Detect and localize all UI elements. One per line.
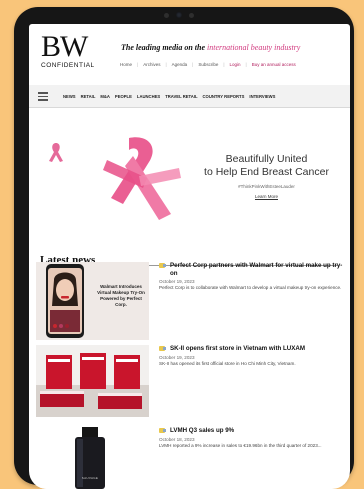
article-title[interactable]: LVMH Q3 sales up 9% bbox=[170, 427, 234, 435]
tagline-text: The leading media on the bbox=[121, 43, 205, 52]
thumbnail-caption: Walmart Introduces Virtual Makeup Try-On… bbox=[97, 284, 145, 307]
hamburger-menu-icon[interactable] bbox=[29, 85, 55, 107]
phone-mockup-image bbox=[46, 264, 84, 338]
utility-divider: | bbox=[165, 62, 167, 67]
utility-divider: | bbox=[137, 62, 139, 67]
article-date: October 18, 2023 bbox=[159, 436, 195, 442]
article-title[interactable]: SK-II opens first store in Vietnam with … bbox=[170, 345, 305, 353]
nav-item-people[interactable]: PEOPLE bbox=[115, 94, 132, 99]
learn-more-link[interactable]: Learn More bbox=[189, 194, 344, 199]
utility-divider: | bbox=[245, 62, 247, 67]
camera-lens bbox=[176, 12, 182, 18]
tablet-screen: BW CONFIDENTIAL The leading media on the… bbox=[29, 24, 350, 489]
site-header: BW CONFIDENTIAL The leading media on the… bbox=[29, 24, 350, 79]
news-icon bbox=[159, 346, 166, 351]
article-thumbnail[interactable] bbox=[36, 345, 149, 417]
article-summary: LVMH reported a 9% increase in sales to … bbox=[159, 442, 322, 448]
tagline-highlight: international beauty industry bbox=[207, 43, 301, 52]
article-title[interactable]: Perfect Corp partners with Walmart for v… bbox=[170, 262, 344, 277]
main-nav: NEWS RETAIL M&A PEOPLE LAUNCHES TRAVEL R… bbox=[29, 85, 350, 108]
store-interior-image bbox=[36, 345, 149, 417]
site-logo[interactable]: BW CONFIDENTIAL bbox=[41, 30, 99, 70]
nav-item-m-and-a[interactable]: M&A bbox=[100, 94, 110, 99]
utility-nav: Home | Archives | Agenda | Subscribe | L… bbox=[120, 62, 296, 67]
nav-item-news[interactable]: NEWS bbox=[63, 94, 76, 99]
banner-headline-line2: to Help End Breast Cancer bbox=[204, 165, 329, 178]
tablet-frame: BW CONFIDENTIAL The leading media on the… bbox=[14, 7, 354, 489]
sensor-dot bbox=[164, 12, 169, 18]
article-thumbnail[interactable]: SAUVAGE bbox=[36, 427, 149, 489]
utility-divider: | bbox=[192, 62, 194, 67]
article-summary: Perfect Corp is to collaborate with Walm… bbox=[159, 285, 342, 290]
article-summary: SK-II has opened its first official stor… bbox=[159, 360, 296, 366]
utility-divider: | bbox=[223, 62, 225, 67]
article-meta: SK-II opens first store in Vietnam with … bbox=[159, 345, 344, 367]
utility-link-home[interactable]: Home bbox=[120, 62, 132, 67]
utility-link-login[interactable]: Login bbox=[230, 62, 241, 67]
bottle-label: SAUVAGE bbox=[81, 476, 99, 480]
nav-item-interviews[interactable]: INTERVIEWS bbox=[249, 94, 275, 99]
article-date: October 19, 2023 bbox=[159, 354, 195, 360]
banner-headline: Beautifully United to Help End Breast Ca… bbox=[189, 153, 344, 178]
pink-ribbon-icon bbox=[49, 143, 63, 162]
sensor-dot bbox=[189, 12, 194, 18]
news-icon bbox=[159, 428, 166, 433]
logo-subtitle: CONFIDENTIAL bbox=[41, 62, 95, 69]
utility-link-agenda[interactable]: Agenda bbox=[172, 62, 188, 67]
news-article[interactable]: SAUVAGE LVMH Q3 sales up 9% October 18, … bbox=[36, 427, 346, 489]
nav-item-launches[interactable]: LAUNCHES bbox=[137, 94, 160, 99]
utility-link-subscribe[interactable]: Subscribe bbox=[198, 62, 218, 67]
nav-items: NEWS RETAIL M&A PEOPLE LAUNCHES TRAVEL R… bbox=[63, 94, 275, 99]
nav-item-country-reports[interactable]: COUNTRY REPORTS bbox=[203, 94, 245, 99]
banner-headline-line1: Beautifully United bbox=[225, 153, 308, 165]
logo-mark: BW bbox=[41, 30, 88, 63]
utility-link-archives[interactable]: Archives bbox=[143, 62, 160, 67]
news-icon bbox=[159, 263, 166, 268]
banner-hashtag: #ThinkPinkWithEsteeLauder bbox=[238, 184, 295, 189]
camera-bar bbox=[164, 12, 194, 18]
news-article[interactable]: Walmart Introduces Virtual Makeup Try-On… bbox=[36, 262, 346, 348]
article-meta: LVMH Q3 sales up 9% October 18, 2023 LVM… bbox=[159, 427, 344, 449]
nav-item-travel-retail[interactable]: TRAVEL RETAIL bbox=[165, 94, 197, 99]
nav-item-retail[interactable]: RETAIL bbox=[81, 94, 96, 99]
article-meta: Perfect Corp partners with Walmart for v… bbox=[159, 262, 344, 291]
ad-banner[interactable]: Beautifully United to Help End Breast Ca… bbox=[29, 128, 350, 228]
site-tagline: The leading media on the international b… bbox=[121, 43, 300, 52]
utility-link-buy-access[interactable]: Buy an annual access bbox=[252, 62, 296, 67]
news-article[interactable]: SK-II opens first store in Vietnam with … bbox=[36, 345, 346, 423]
article-thumbnail[interactable]: Walmart Introduces Virtual Makeup Try-On… bbox=[36, 262, 149, 340]
ribbon-artwork bbox=[103, 137, 181, 220]
article-date: October 19, 2023 bbox=[159, 279, 195, 284]
